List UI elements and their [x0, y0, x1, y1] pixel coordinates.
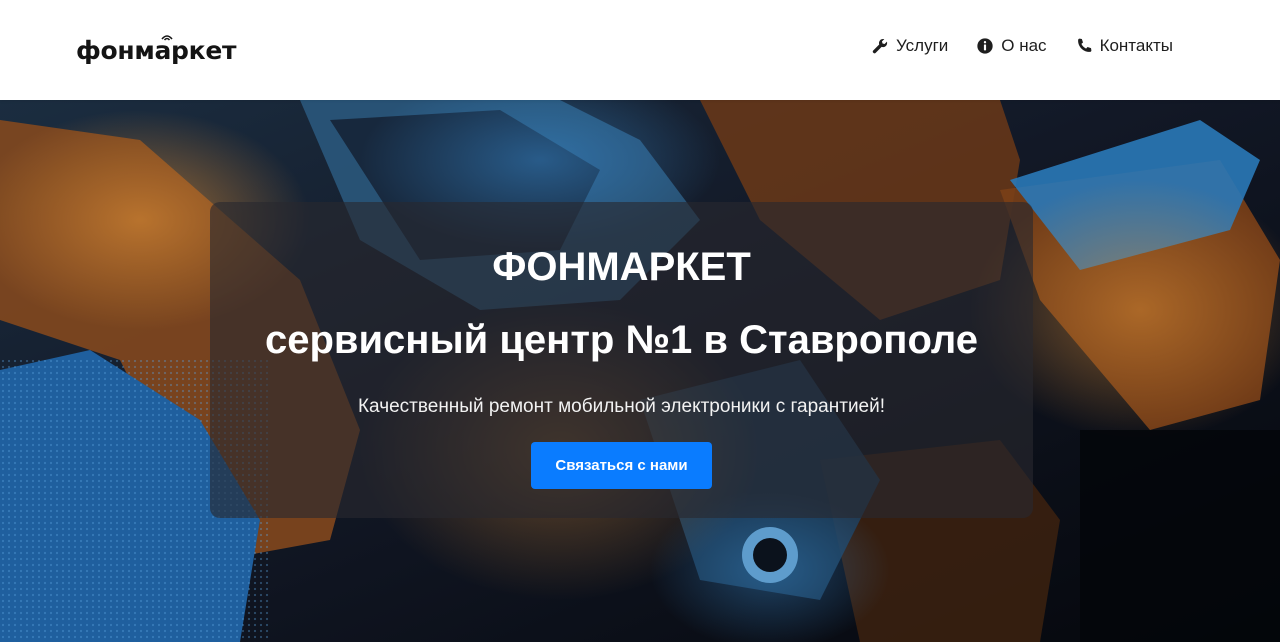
nav-label-about: О нас — [1001, 36, 1047, 55]
contact-us-button[interactable]: Связаться с нами — [531, 442, 712, 489]
hero-title: ФОНМАРКЕТ — [492, 245, 751, 289]
nav-item-services[interactable]: Услуги — [871, 36, 948, 56]
wrench-icon — [872, 38, 888, 54]
signal-icon — [161, 34, 173, 41]
nav-item-about[interactable]: О нас — [976, 36, 1047, 56]
nav-item-contacts[interactable]: Контакты — [1075, 36, 1173, 56]
site-header: фонмаркет Услуги О нас Контакты — [0, 0, 1280, 100]
site-logo[interactable]: фонмаркет — [76, 30, 236, 70]
phone-icon — [1077, 38, 1091, 52]
main-nav: Услуги О нас Контакты — [871, 36, 1173, 56]
hero-card: ФОНМАРКЕТ сервисный центр №1 в Ставропол… — [210, 202, 1033, 518]
nav-label-contacts: Контакты — [1099, 36, 1173, 55]
hero-tagline: Качественный ремонт мобильной электроник… — [357, 396, 886, 417]
info-icon — [977, 38, 993, 54]
hero-subtitle: сервисный центр №1 в Ставрополе — [264, 318, 979, 362]
hero-section: ФОНМАРКЕТ сервисный центр №1 в Ставропол… — [0, 100, 1280, 642]
logo-wordmark: фонмаркет — [76, 34, 237, 65]
logo-text: фонмаркет — [76, 35, 237, 65]
nav-label-services: Услуги — [895, 36, 949, 55]
